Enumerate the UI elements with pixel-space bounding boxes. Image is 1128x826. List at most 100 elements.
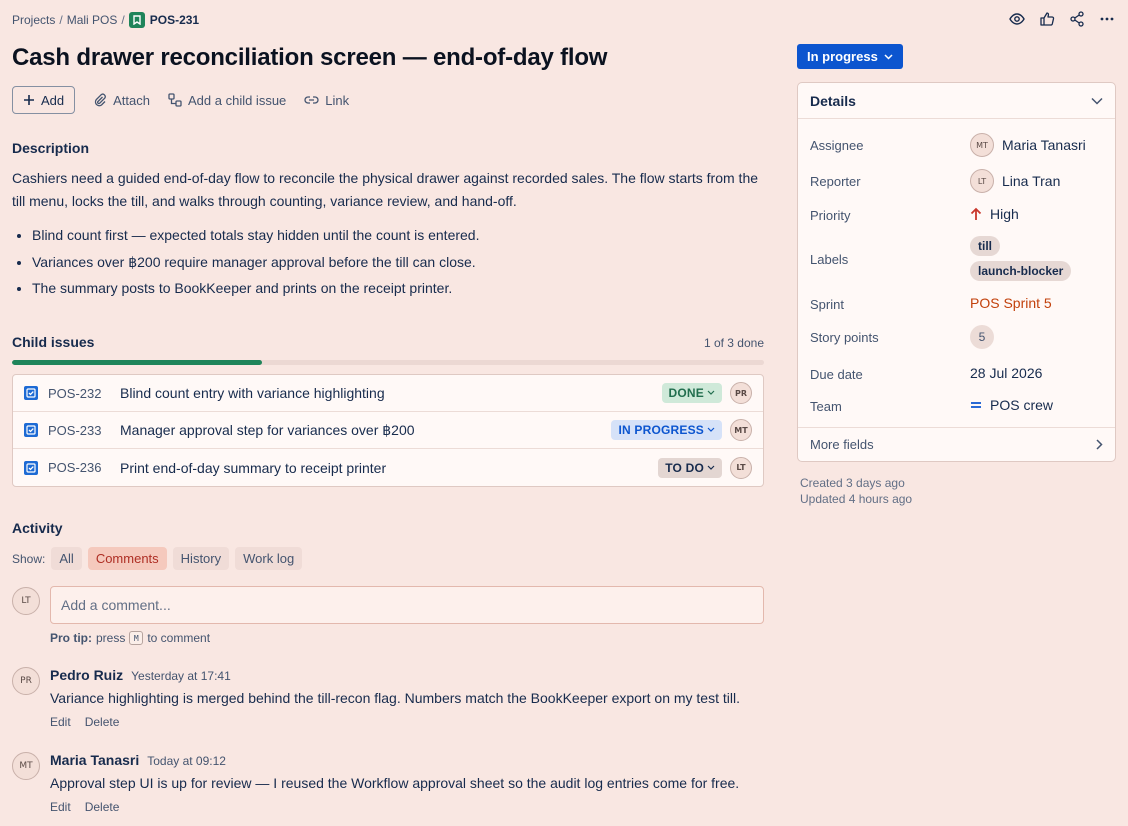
plus-icon <box>24 95 34 105</box>
breadcrumb-separator: / <box>121 13 125 27</box>
description-bullet: The summary posts to BookKeeper and prin… <box>32 278 762 298</box>
show-label: Show: <box>12 551 46 566</box>
add-button-label: Add <box>41 92 65 108</box>
protip: Pro tip: press M to comment <box>50 631 210 645</box>
team-value[interactable]: POS crew <box>970 397 1053 413</box>
field-label: Assignee <box>810 138 864 153</box>
more-icon[interactable] <box>1098 10 1116 28</box>
attach-label: Attach <box>113 92 150 108</box>
avatar[interactable]: LT <box>730 456 752 479</box>
details-heading: Details <box>810 92 856 109</box>
avatar[interactable]: MT <box>730 419 752 441</box>
delete-button[interactable]: Delete <box>85 800 120 814</box>
field-label: Reporter <box>810 174 861 189</box>
issue-meta: Created 3 days ago Updated 4 hours ago <box>800 475 912 507</box>
more-fields-label: More fields <box>810 437 874 452</box>
field-label: Priority <box>810 208 851 223</box>
details-header[interactable]: Details <box>798 83 1115 119</box>
description-bullet: Variances over ฿200 require manager appr… <box>32 252 762 272</box>
tab-work-log[interactable]: Work log <box>235 547 303 570</box>
avatar[interactable]: PR <box>730 382 752 404</box>
child-issue-summary[interactable]: Print end-of-day summary to receipt prin… <box>120 460 658 476</box>
due-date-value[interactable]: 28 Jul 2026 <box>970 365 1042 381</box>
avatar: LT <box>970 169 994 193</box>
priority-label: High <box>990 206 1019 222</box>
chevron-down-icon <box>884 53 893 60</box>
breadcrumb-project[interactable]: Mali POS <box>67 13 118 27</box>
issue-title[interactable]: Cash drawer reconciliation screen — end-… <box>12 44 607 72</box>
more-fields-button[interactable]: More fields <box>798 427 1115 461</box>
field-label: Team <box>810 399 842 414</box>
add-child-label: Add a child issue <box>188 92 287 108</box>
reporter-name: Lina Tran <box>1002 173 1061 189</box>
description-heading: Description <box>12 140 90 156</box>
description-list: Blind count first — expected totals stay… <box>32 225 762 305</box>
attach-button[interactable]: Attach <box>93 93 150 108</box>
description-paragraph[interactable]: Cashiers need a guided end-of-day flow t… <box>12 167 764 213</box>
label-pill[interactable]: till <box>970 236 1000 256</box>
label-text: launch-blocker <box>970 261 1072 281</box>
tab-all[interactable]: All <box>51 547 82 570</box>
avatar: MT <box>970 133 994 157</box>
watch-icon[interactable] <box>1008 10 1026 28</box>
field-due-date: Due date 28 Jul 2026 <box>810 365 1106 383</box>
avatar[interactable]: PR <box>12 667 40 695</box>
child-issue-row[interactable]: POS-233 Manager approval step for varian… <box>13 412 763 449</box>
protip-label: Pro tip: <box>50 631 92 645</box>
breadcrumb-projects[interactable]: Projects <box>12 13 55 27</box>
breadcrumb-issue-key[interactable]: POS-231 <box>150 13 199 27</box>
comment-author[interactable]: Maria Tanasri <box>50 752 139 768</box>
assignee-name: Maria Tanasri <box>1002 137 1086 153</box>
thumbs-up-icon[interactable] <box>1038 10 1056 28</box>
link-button[interactable]: Link <box>304 93 349 108</box>
comment-author[interactable]: Pedro Ruiz <box>50 667 123 683</box>
add-child-issue-button[interactable]: Add a child issue <box>168 93 286 108</box>
field-team: Team POS crew <box>810 397 1106 415</box>
share-icon[interactable] <box>1068 10 1086 28</box>
chevron-right-icon <box>1096 439 1103 450</box>
label-pill[interactable]: launch-blocker <box>970 261 1072 281</box>
child-issue-key[interactable]: POS-232 <box>48 386 120 401</box>
child-issues-heading: Child issues <box>12 334 95 350</box>
breadcrumb-separator: / <box>59 13 63 27</box>
tab-comments[interactable]: Comments <box>87 547 167 570</box>
status-button[interactable]: In progress <box>797 44 903 69</box>
status-label: DONE <box>668 386 704 400</box>
status-dropdown[interactable]: DONE <box>661 383 722 403</box>
chevron-down-icon <box>707 465 715 470</box>
comment-header: Pedro Ruiz Yesterday at 17:41 <box>50 667 231 683</box>
paperclip-icon <box>95 93 106 107</box>
status-dropdown[interactable]: IN PROGRESS <box>611 420 722 440</box>
edit-button[interactable]: Edit <box>50 800 71 814</box>
comment-actions: Edit Delete <box>50 800 119 814</box>
chevron-down-icon <box>707 390 715 395</box>
tab-history[interactable]: History <box>172 547 230 570</box>
child-issue-key[interactable]: POS-236 <box>48 460 120 475</box>
comment-header: Maria Tanasri Today at 09:12 <box>50 752 226 768</box>
comment-input[interactable]: Add a comment... <box>50 586 764 624</box>
field-assignee: Assignee MT Maria Tanasri <box>810 133 1106 157</box>
status-dropdown[interactable]: TO DO <box>658 457 722 478</box>
child-issue-row[interactable]: POS-232 Blind count entry with variance … <box>13 375 763 412</box>
child-issue-summary[interactable]: Blind count entry with variance highligh… <box>120 385 662 401</box>
field-label: Labels <box>810 252 849 267</box>
child-issue-row[interactable]: POS-236 Print end-of-day summary to rece… <box>13 449 763 486</box>
field-label: Story points <box>810 330 879 345</box>
task-icon <box>24 386 38 400</box>
updated-text: Updated 4 hours ago <box>800 492 913 506</box>
avatar[interactable]: MT <box>12 752 40 780</box>
edit-button[interactable]: Edit <box>50 715 71 729</box>
child-issue-summary[interactable]: Manager approval step for variances over… <box>120 422 611 439</box>
reporter-value[interactable]: LT Lina Tran <box>970 169 1060 193</box>
delete-button[interactable]: Delete <box>85 715 120 729</box>
task-icon <box>24 423 38 437</box>
assignee-value[interactable]: MT Maria Tanasri <box>970 133 1086 157</box>
task-icon <box>24 460 38 475</box>
sprint-link[interactable]: POS Sprint 5 <box>970 295 1052 311</box>
priority-value[interactable]: High <box>970 206 1019 222</box>
add-button[interactable]: Add <box>12 86 76 114</box>
story-points-value[interactable]: 5 <box>970 325 994 349</box>
field-label: Sprint <box>810 297 844 312</box>
activity-heading: Activity <box>12 520 63 536</box>
child-issue-key[interactable]: POS-233 <box>48 423 120 438</box>
